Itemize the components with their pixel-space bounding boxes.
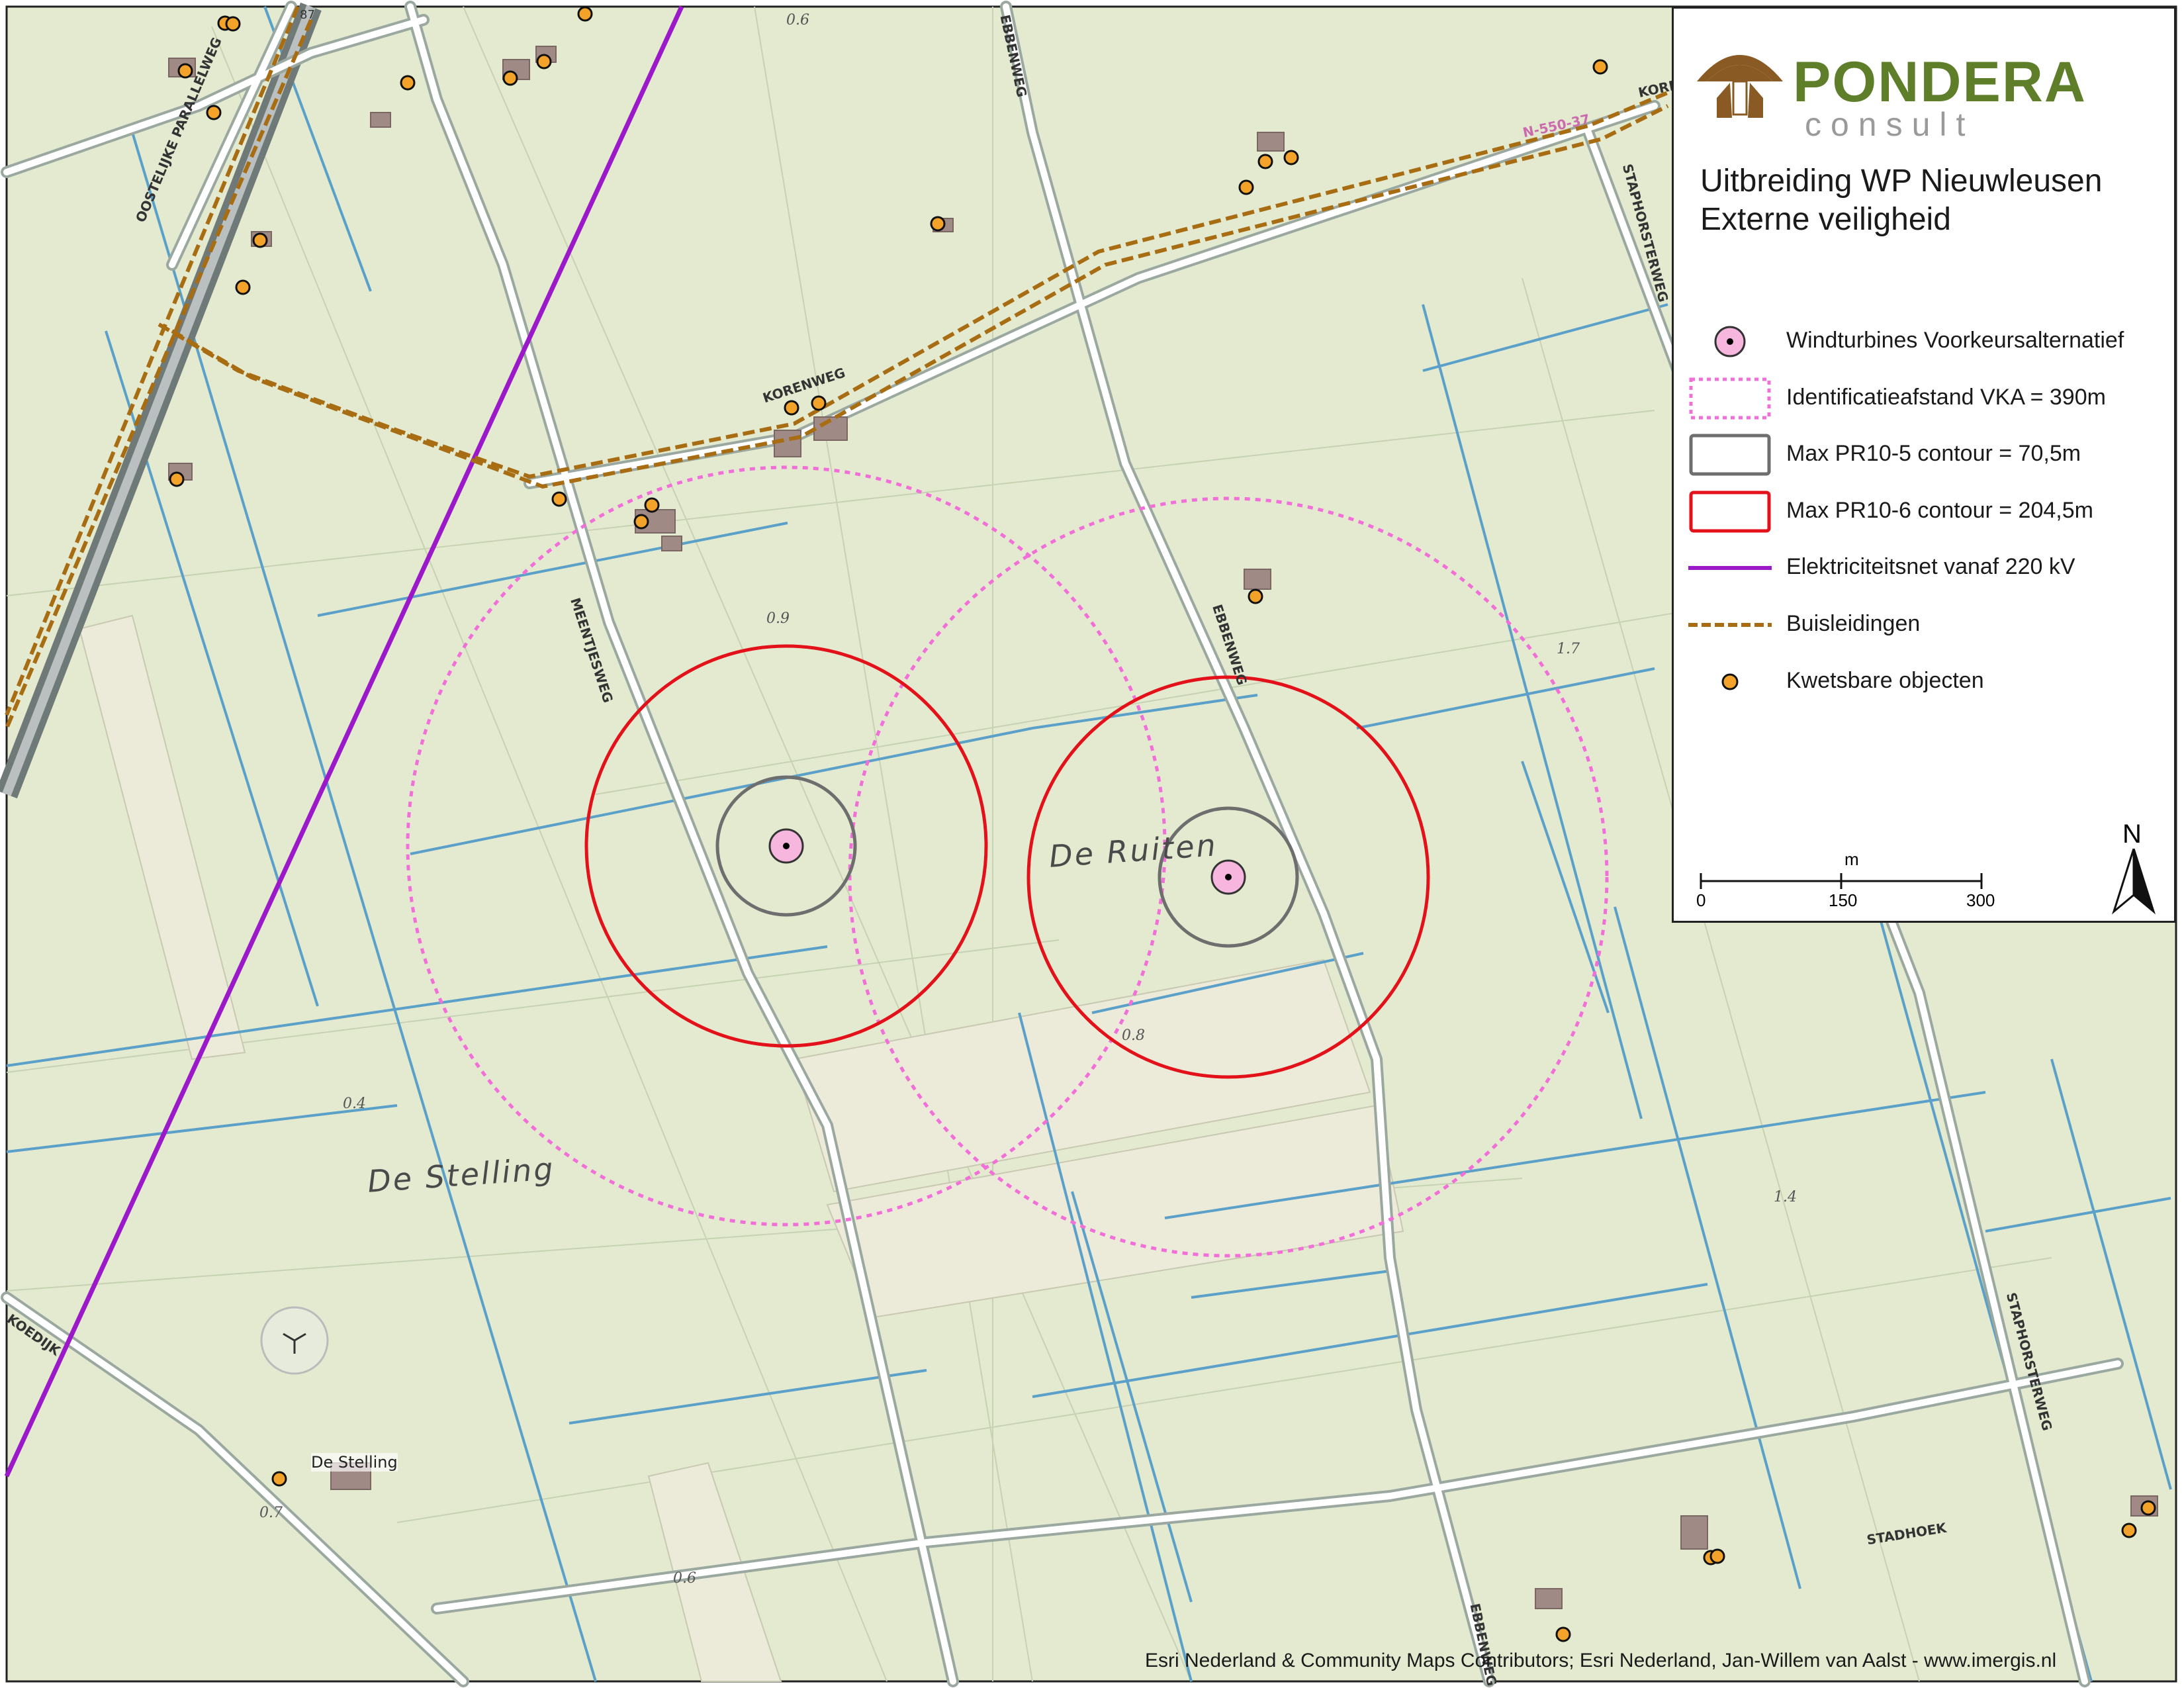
legend-label: Windturbines Voorkeursalternatief xyxy=(1786,328,2124,353)
scale-unit: m xyxy=(1844,849,1859,869)
map-credits: Esri Nederland & Community Maps Contribu… xyxy=(1145,1650,2057,1671)
vulnerable-object-marker xyxy=(2140,1500,2156,1516)
vulnerable-object-marker xyxy=(235,279,251,295)
vulnerable-object-marker xyxy=(633,514,649,530)
vulnerable-object-marker xyxy=(252,232,268,248)
pr10-6-symbol-icon xyxy=(1689,491,1771,533)
pr10-5-symbol-icon xyxy=(1689,434,1771,476)
map-title-line1: Uitbreiding WP Nieuwleusen xyxy=(1700,164,2103,199)
vulnerable-object-marker xyxy=(177,63,193,79)
elevation-label: 0.6 xyxy=(673,1570,696,1587)
pondera-logo-icon xyxy=(1697,55,1783,118)
turbine-icon xyxy=(1714,326,1746,357)
legend-item-identification: Identificatieafstand VKA = 390m xyxy=(1687,375,2163,432)
rail-label: 87 xyxy=(300,8,315,22)
vulnerable-object-marker xyxy=(1709,1548,1725,1564)
legend-item-pipelines: Buisleidingen xyxy=(1687,602,2163,659)
map-title-line2: Externe veiligheid xyxy=(1700,202,1951,237)
legend-label: Buisleidingen xyxy=(1786,610,1921,636)
vulnerable-object-marker xyxy=(811,395,827,411)
vulnerable-object-marker xyxy=(502,70,518,86)
legend-item-pr10-6: Max PR10-6 contour = 204,5m xyxy=(1687,489,2163,545)
legend-label: Kwetsbare objecten xyxy=(1786,667,1984,693)
vulnerable-object-marker xyxy=(1592,59,1608,75)
north-arrow-icon xyxy=(2112,849,2156,915)
hamlet-label: De Stelling xyxy=(311,1453,398,1472)
elevation-label: 1.7 xyxy=(1557,641,1580,657)
elevation-label: 0.8 xyxy=(1122,1027,1145,1044)
elevation-label: 0.7 xyxy=(259,1505,283,1521)
legend-item-pr10-5: Max PR10-5 contour = 70,5m xyxy=(1687,432,2163,489)
vulnerable-object-marker xyxy=(271,1471,287,1487)
vulnerable-object-marker xyxy=(1555,1626,1571,1642)
elevation-label: 0.6 xyxy=(786,12,809,28)
elevation-label: 1.4 xyxy=(1774,1189,1797,1205)
vulnerable-object-marker xyxy=(930,216,946,232)
legend-item-windturbines: Windturbines Voorkeursalternatief xyxy=(1687,318,2163,375)
vulnerable-object-marker xyxy=(551,491,567,507)
scale-bar: m 0 150 300 xyxy=(1696,849,1995,910)
scale-tick: 0 xyxy=(1696,890,1706,910)
vulnerable-object-marker xyxy=(784,400,799,416)
pipeline-symbol-icon xyxy=(1688,622,1772,627)
scale-tick: 150 xyxy=(1829,890,1858,910)
elevation-label: 0.9 xyxy=(766,610,790,627)
legend-item-power-line: Elektriciteitsnet vanaf 220 kV xyxy=(1687,545,2163,602)
vulnerable-object-marker xyxy=(536,54,552,70)
legend-label: Max PR10-5 contour = 70,5m xyxy=(1786,441,2081,467)
legend-list: Windturbines Voorkeursalternatief Identi… xyxy=(1687,318,2163,715)
vulnerable-object-marker xyxy=(1257,154,1273,169)
legend-item-vulnerable: Kwetsbare objecten xyxy=(1687,659,2163,716)
turbine-wt1-icon xyxy=(768,828,804,864)
vulnerable-object-marker xyxy=(577,6,593,22)
pondera-logo: PONDERA consult xyxy=(1694,32,2157,143)
north-label: N xyxy=(2122,820,2142,849)
legend-label: Elektriciteitsnet vanaf 220 kV xyxy=(1786,554,2075,580)
scale-tick: 300 xyxy=(1966,890,1995,910)
vulnerable-object-marker xyxy=(400,75,416,91)
existing-wind-turbine-icon xyxy=(260,1306,329,1375)
map-frame: De Ruiten De Stelling De Stelling OOSTEL… xyxy=(0,0,2184,1688)
legend-label: Max PR10-6 contour = 204,5m xyxy=(1786,497,2093,523)
vulnerable-object-symbol-icon xyxy=(1721,673,1739,690)
north-arrow: N xyxy=(2111,820,2157,915)
legend-panel: PONDERA consult Uitbreiding WP Nieuwleus… xyxy=(1672,7,2176,923)
legend-label: Identificatieafstand VKA = 390m xyxy=(1786,384,2106,410)
map-title: Uitbreiding WP Nieuwleusen Externe veili… xyxy=(1700,162,2102,239)
vulnerable-object-marker xyxy=(644,497,660,513)
logo-subtext: consult xyxy=(1805,106,1975,143)
vulnerable-object-marker xyxy=(2121,1523,2137,1538)
elevation-label: 0.4 xyxy=(343,1096,366,1112)
vulnerable-object-marker xyxy=(206,105,222,120)
vulnerable-object-marker xyxy=(169,471,185,487)
vulnerable-object-marker xyxy=(1283,150,1299,165)
vulnerable-object-marker xyxy=(1248,588,1263,604)
turbine-wt2-icon xyxy=(1210,859,1246,895)
vulnerable-object-marker xyxy=(1238,179,1254,195)
vulnerable-object-marker xyxy=(225,16,241,32)
power-line-symbol-icon xyxy=(1688,566,1772,571)
identification-symbol-icon xyxy=(1689,377,1771,420)
